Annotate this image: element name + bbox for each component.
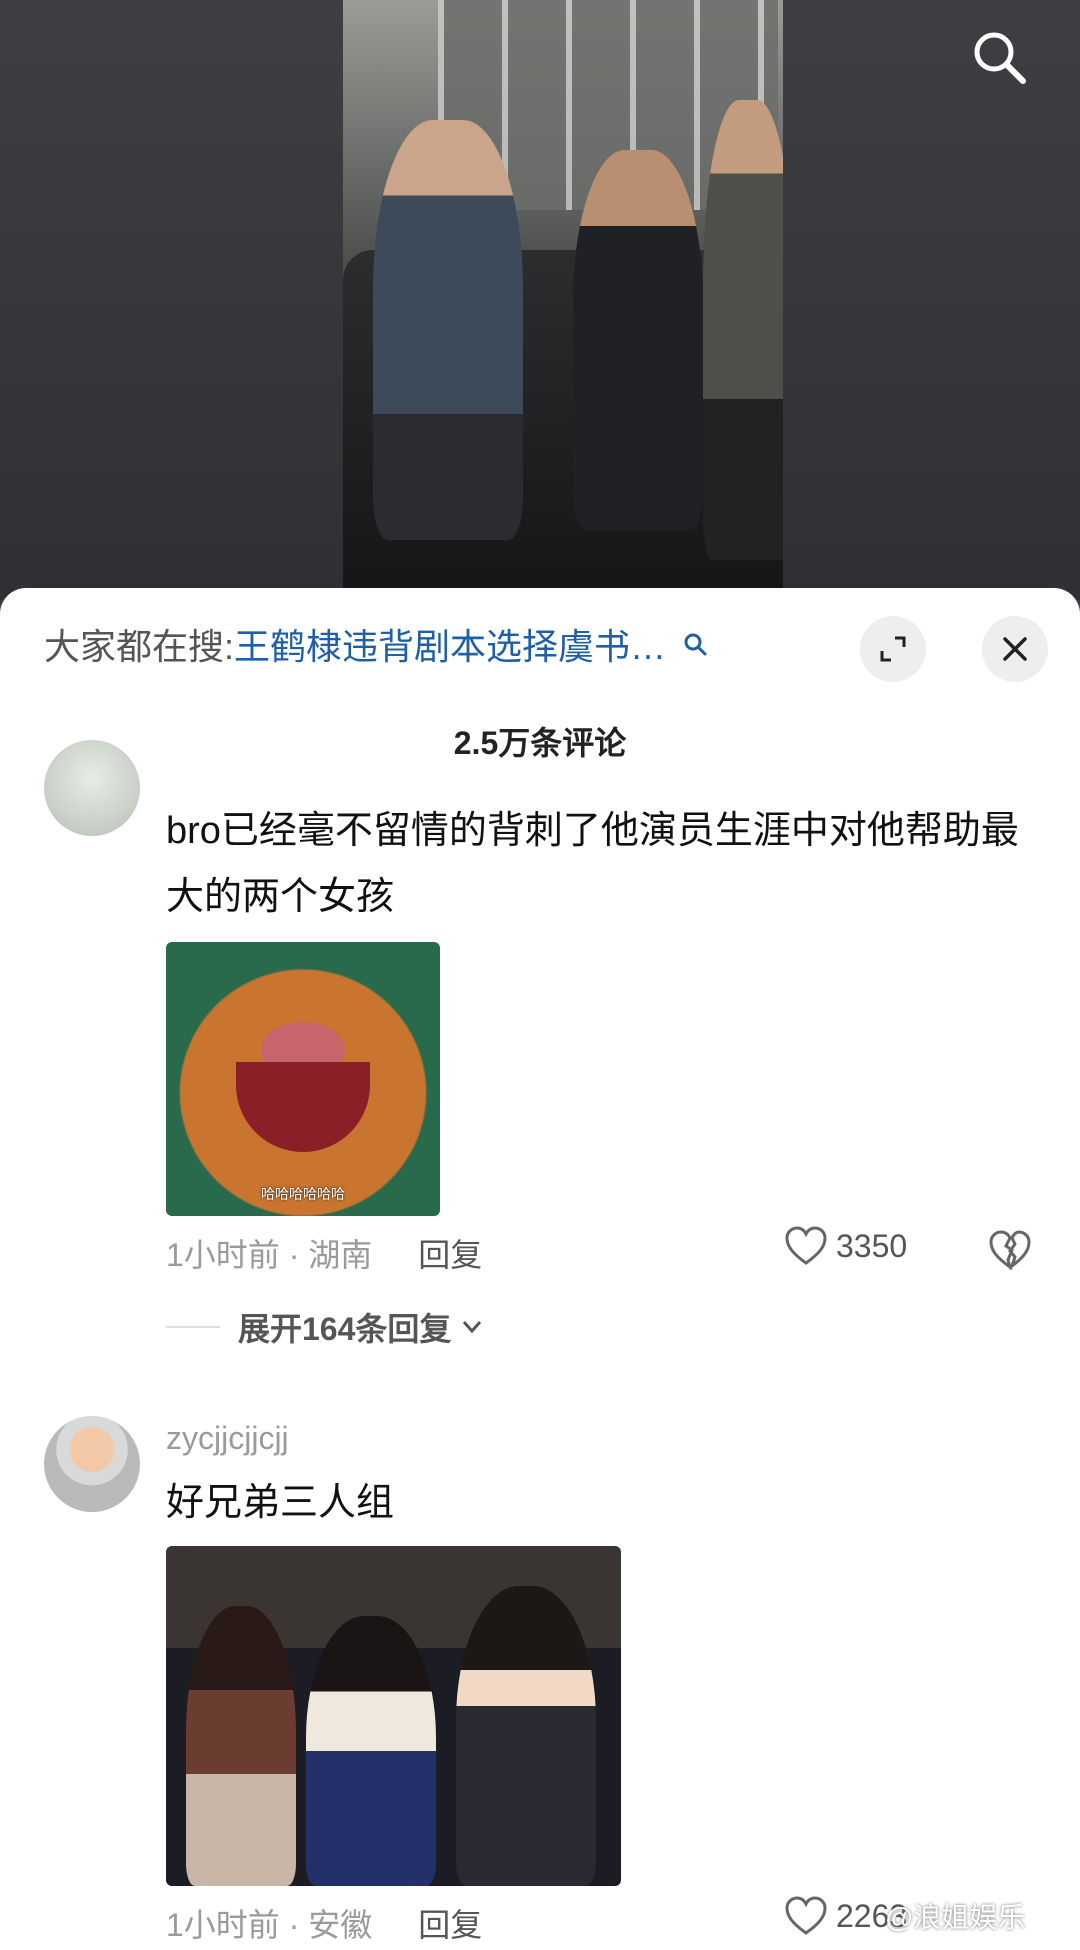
- video-area[interactable]: [0, 0, 1080, 600]
- expand-replies-label: 展开164条回复: [238, 1311, 452, 1347]
- close-icon: [1003, 637, 1027, 661]
- comment-text: 好兄弟三人组: [166, 1482, 395, 1524]
- trending-search-bar[interactable]: 大家都在搜: 王鹤棣违背剧本选择虞书…: [44, 616, 824, 672]
- dislike-icon[interactable]: [988, 1230, 1032, 1270]
- watermark: @浪姐娱乐: [885, 1902, 1026, 1933]
- video-person-right: [703, 100, 783, 560]
- trending-query-link[interactable]: 王鹤棣违背剧本选择虞书…: [234, 618, 666, 670]
- image-caption: 哈哈哈哈哈哈: [261, 1186, 345, 1202]
- heart-icon: [785, 1226, 827, 1265]
- search-icon[interactable]: [682, 631, 708, 657]
- close-button[interactable]: [982, 616, 1048, 682]
- like-button[interactable]: 3350: [784, 1226, 907, 1266]
- like-count: 3350: [836, 1227, 908, 1264]
- image-figure: [456, 1586, 596, 1886]
- reply-button[interactable]: 回复: [418, 1900, 482, 1946]
- video-person-middle: [573, 150, 703, 530]
- comment-time-location: 1小时前 · 安徽: [166, 1907, 373, 1943]
- video-person-left: [373, 120, 523, 540]
- video-frame[interactable]: [343, 0, 783, 590]
- expand-button[interactable]: [860, 616, 926, 682]
- avatar[interactable]: [44, 1416, 140, 1512]
- comment-image[interactable]: [166, 1546, 621, 1886]
- comment-time-location: 1小时前 · 湖南: [166, 1237, 373, 1273]
- comment-image[interactable]: 哈哈哈哈哈哈: [166, 942, 440, 1216]
- comment-meta: 1小时前 · 湖南 回复: [166, 1230, 482, 1276]
- heart-icon: [785, 1896, 827, 1935]
- comment-count: 2.5万条评论: [453, 725, 627, 761]
- chevron-down-icon: [463, 1321, 482, 1334]
- bear-mouth: [236, 1062, 370, 1152]
- reply-button[interactable]: 回复: [418, 1230, 482, 1276]
- expand-replies-divider: [166, 1326, 220, 1328]
- image-figure: [186, 1606, 296, 1886]
- image-figure: [306, 1616, 436, 1886]
- comment-text: bro已经毫不留情的背刺了他演员生涯中对他帮助最大的两个女孩: [166, 810, 1019, 918]
- expand-icon: [880, 636, 906, 662]
- comment-meta: 1小时前 · 安徽 回复: [166, 1900, 482, 1946]
- expand-replies-button[interactable]: 展开164条回复: [166, 1304, 483, 1350]
- avatar[interactable]: [44, 740, 140, 836]
- username[interactable]: zycjjcjjcjj: [166, 1420, 289, 1457]
- trending-prefix: 大家都在搜:: [44, 626, 235, 667]
- search-icon[interactable]: [970, 28, 1028, 86]
